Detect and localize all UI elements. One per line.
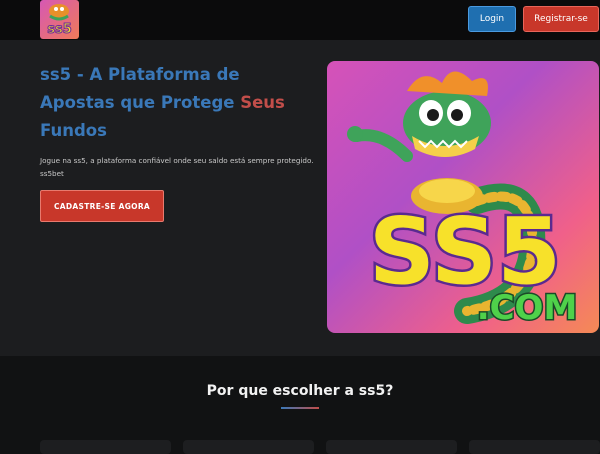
feature-card — [183, 440, 314, 454]
hero-title-accent: Seus — [240, 93, 285, 112]
login-button[interactable]: Login — [468, 6, 516, 32]
signup-cta-button[interactable]: CADASTRE-SE AGORA — [40, 190, 164, 222]
feature-card — [469, 440, 600, 454]
hero-title-end: Fundos — [40, 121, 107, 140]
dragon-mascot-icon: SS5 .COM — [347, 71, 579, 330]
register-button[interactable]: Registrar-se — [523, 6, 599, 32]
hero-description: Jogue na ss5, a plataforma confiável ond… — [40, 156, 314, 178]
features-title-underline — [281, 407, 319, 409]
hero-title-main: ss5 - A Plataforma de Apostas que Proteg… — [40, 65, 241, 112]
logo-dragon-icon: ss5 — [40, 0, 79, 39]
svg-text:ss5: ss5 — [47, 22, 72, 37]
feature-card — [40, 440, 171, 454]
feature-card — [326, 440, 457, 454]
logo[interactable]: ss5 — [40, 0, 79, 39]
hero-image-domain-text: .COM — [477, 288, 578, 328]
hero-title: ss5 - A Plataforma de Apostas que Proteg… — [40, 61, 300, 145]
top-nav-bar: ss5 Login Registrar-se — [0, 0, 600, 40]
features-title: Por que escolher a ss5? — [206, 383, 394, 399]
hero-image: SS5 .COM — [327, 61, 599, 333]
features-section — [0, 356, 600, 450]
